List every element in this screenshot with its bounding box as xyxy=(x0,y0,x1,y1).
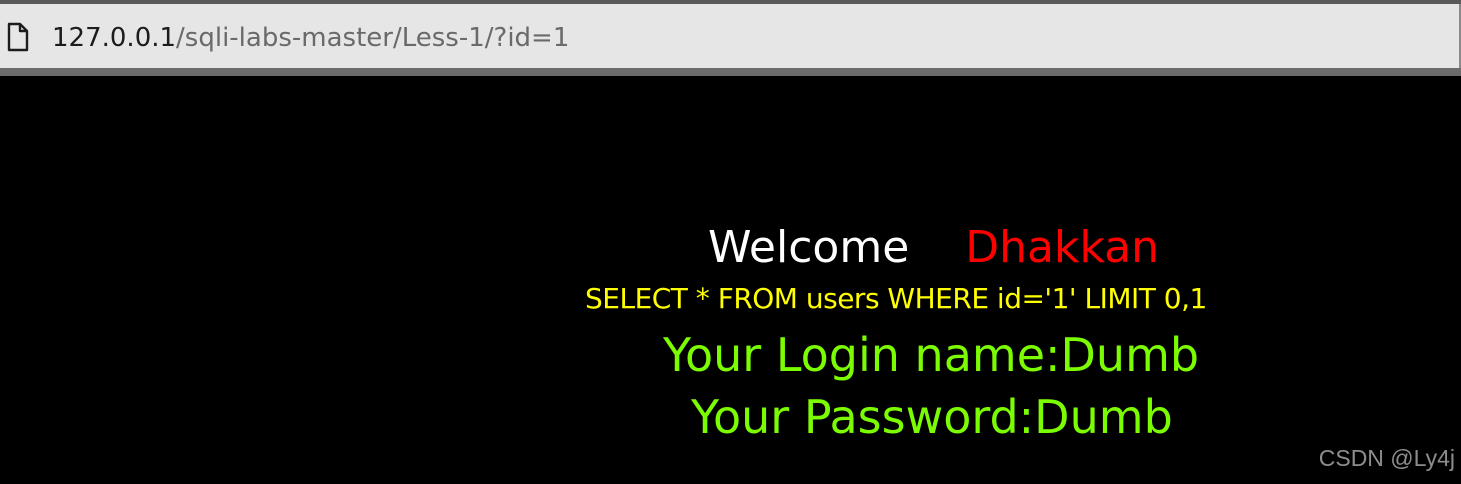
watermark: CSDN @Ly4j xyxy=(1318,445,1455,471)
login-name-result: Your Login name:Dumb xyxy=(663,328,1200,382)
page-icon xyxy=(7,22,29,52)
url-path: /sqli-labs-master/Less-1/?id=1 xyxy=(176,23,570,53)
address-bar[interactable]: 127.0.0.1/sqli-labs-master/Less-1/?id=1 xyxy=(0,4,1461,68)
welcome-message: Welcome Dhakkan xyxy=(708,220,1159,276)
password-result: Your Password:Dumb xyxy=(691,390,1173,444)
welcome-name: Dhakkan xyxy=(965,222,1160,273)
sql-query: SELECT * FROM users WHERE id='1' LIMIT 0… xyxy=(585,282,1207,315)
url-host: 127.0.0.1 xyxy=(52,23,177,53)
page-content: Welcome Dhakkan SELECT * FROM users WHERE… xyxy=(0,76,1461,484)
browser-window: 127.0.0.1/sqli-labs-master/Less-1/?id=1 … xyxy=(0,0,1461,484)
url-text[interactable]: 127.0.0.1/sqli-labs-master/Less-1/?id=1 xyxy=(52,21,569,55)
browser-toolbar-edge xyxy=(0,68,1461,76)
welcome-word: Welcome xyxy=(708,222,910,273)
